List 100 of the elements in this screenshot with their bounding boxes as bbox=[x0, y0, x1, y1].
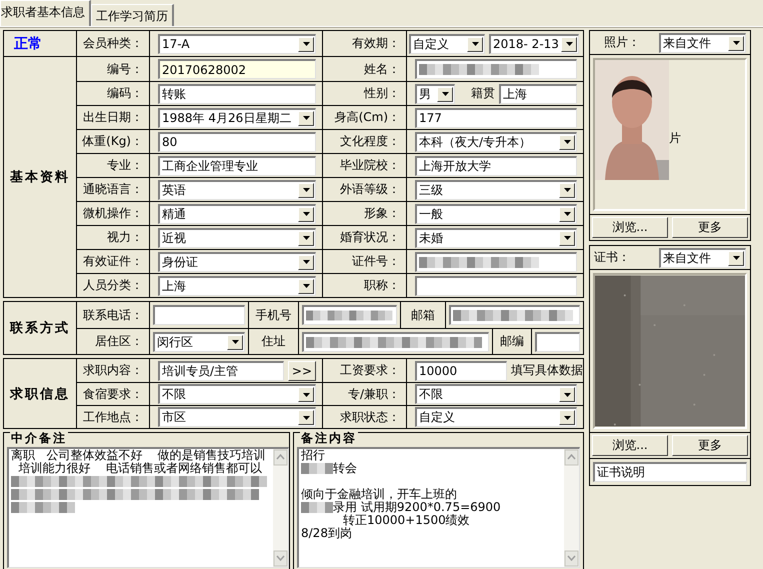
dropdown[interactable]: 英语 bbox=[158, 180, 316, 200]
dropdown[interactable]: 自定义 bbox=[415, 407, 577, 427]
text-field[interactable] bbox=[449, 305, 580, 325]
text-field[interactable] bbox=[153, 305, 245, 325]
scrollbar[interactable] bbox=[564, 449, 579, 567]
dropdown-button[interactable] bbox=[559, 206, 575, 222]
more-button[interactable]: >> bbox=[288, 360, 316, 380]
dropdown-button[interactable] bbox=[298, 278, 314, 294]
dropdown-button[interactable] bbox=[298, 110, 314, 126]
dropdown[interactable]: 近视 bbox=[158, 228, 316, 248]
memo-line: 招行 bbox=[301, 449, 325, 462]
text-field[interactable]: 177 bbox=[415, 108, 577, 128]
field-label: 有效证件： bbox=[83, 253, 143, 270]
field-label: 人员分类： bbox=[83, 277, 143, 294]
dropdown-button[interactable] bbox=[298, 182, 314, 198]
dropdown[interactable]: 一般 bbox=[415, 204, 577, 224]
text-field[interactable]: 10000 bbox=[415, 360, 507, 380]
caret-icon bbox=[302, 116, 310, 120]
dropdown[interactable]: 未婚 bbox=[415, 228, 577, 248]
caret-icon bbox=[732, 41, 740, 45]
field-label: 居住区： bbox=[95, 333, 143, 350]
text-field[interactable]: 20170628002 bbox=[158, 59, 316, 79]
dropdown-button[interactable] bbox=[437, 86, 453, 102]
dropdown[interactable]: 不限 bbox=[415, 384, 577, 404]
text-field[interactable]: 上海 bbox=[499, 84, 577, 104]
field-label: 视力： bbox=[107, 229, 143, 246]
dropdown-button[interactable] bbox=[559, 230, 575, 246]
text-field[interactable] bbox=[302, 332, 489, 352]
dropdown[interactable]: 本科（夜大/专升本） bbox=[415, 132, 577, 152]
field-label: 会员种类： bbox=[83, 35, 143, 52]
dropdown-button[interactable] bbox=[559, 387, 575, 402]
caret-icon bbox=[564, 236, 570, 240]
memo-line: 转会 bbox=[333, 462, 357, 475]
dropdown-button[interactable] bbox=[561, 36, 577, 52]
dropdown-button[interactable] bbox=[728, 250, 744, 266]
text-field[interactable]: 培训专员/主管 bbox=[158, 360, 284, 380]
memo-field[interactable]: 离职 公司整体效益不好 做的是销售技巧培训 培训能力很好 电话销售或者网络销售都可以 bbox=[7, 447, 289, 568]
dropdown[interactable]: 身份证 bbox=[158, 252, 316, 272]
action-button[interactable]: 浏览... bbox=[592, 217, 668, 238]
scrollbar[interactable] bbox=[273, 449, 288, 567]
dropdown[interactable]: 三级 bbox=[415, 180, 577, 200]
dropdown-button[interactable] bbox=[559, 410, 575, 425]
dropdown[interactable]: 男 bbox=[415, 84, 455, 104]
text-field[interactable]: 上海开放大学 bbox=[415, 156, 577, 176]
field-label: 体重(Kg)： bbox=[82, 133, 143, 150]
text-field[interactable] bbox=[415, 276, 577, 296]
text-field[interactable]: 工商企业管理专业 bbox=[158, 156, 316, 176]
dropdown-button[interactable] bbox=[728, 36, 744, 50]
dropdown-button[interactable] bbox=[467, 36, 483, 52]
caret-icon bbox=[302, 416, 310, 420]
dropdown[interactable]: 来自文件 bbox=[659, 32, 746, 52]
text-field[interactable] bbox=[302, 305, 397, 325]
dropdown[interactable]: 闵行区 bbox=[153, 332, 245, 352]
action-button[interactable]: 更多 bbox=[672, 435, 748, 456]
field-label: 食宿要求： bbox=[83, 386, 143, 402]
dropdown[interactable]: 市区 bbox=[158, 407, 316, 427]
dropdown-button[interactable] bbox=[298, 36, 314, 52]
dropdown[interactable]: 不限 bbox=[158, 384, 316, 404]
dropdown[interactable]: 17-A bbox=[158, 34, 316, 54]
dropdown[interactable]: 上海 bbox=[158, 276, 316, 296]
text-field[interactable]: 证书说明 bbox=[593, 462, 747, 482]
field-label: 毕业院校： bbox=[340, 157, 400, 174]
text-field[interactable]: 转账 bbox=[158, 84, 316, 104]
status-text: 正常 bbox=[14, 34, 42, 52]
caret-icon bbox=[564, 392, 570, 396]
dropdown-button[interactable] bbox=[298, 230, 314, 246]
dropdown-button[interactable] bbox=[298, 206, 314, 222]
dropdown[interactable]: 来自文件 bbox=[659, 248, 746, 268]
tab[interactable]: 工作学习简历 bbox=[91, 4, 174, 26]
dropdown-button[interactable] bbox=[298, 254, 314, 270]
memo-line: 8/28到岗 bbox=[301, 527, 352, 540]
dropdown-button[interactable] bbox=[559, 182, 575, 198]
dropdown-button[interactable] bbox=[559, 134, 575, 150]
dropdown[interactable]: 2018- 2-13 bbox=[489, 34, 579, 54]
memo-line: 离职 公司整体效益不好 做的是销售技巧培训 bbox=[11, 449, 266, 462]
text-field[interactable] bbox=[415, 59, 577, 79]
field-label: 住址 bbox=[262, 333, 286, 350]
action-button[interactable]: 更多 bbox=[672, 217, 748, 238]
panel-label: 照片： bbox=[603, 34, 640, 51]
dropdown[interactable]: 自定义 bbox=[409, 34, 485, 54]
memo-line: 录用 试用期9200*0.75=6900 bbox=[333, 501, 501, 514]
photo-caption: 片 bbox=[669, 130, 681, 147]
dropdown-button[interactable] bbox=[298, 410, 314, 425]
text-field[interactable]: 80 bbox=[158, 132, 316, 152]
field-label: 籍贯 bbox=[471, 85, 495, 102]
dropdown-button[interactable] bbox=[227, 334, 243, 350]
text-field[interactable] bbox=[535, 332, 580, 352]
dropdown-button[interactable] bbox=[298, 387, 314, 402]
text-field[interactable] bbox=[415, 252, 577, 272]
action-button[interactable]: 浏览... bbox=[592, 435, 668, 456]
caret-icon bbox=[472, 42, 478, 46]
dropdown[interactable]: 精通 bbox=[158, 204, 316, 224]
caret-icon bbox=[564, 188, 570, 192]
group-title: 中介备注 bbox=[10, 430, 68, 447]
field-label: 邮编 bbox=[500, 333, 524, 350]
dropdown[interactable]: 1988年 4月26日星期二 bbox=[158, 108, 316, 128]
memo-field[interactable]: 招行 转会 倾向于金融培训，开车上班的 录用 试用期9200*0.75=6900 转正10000+1500绩效 8/28到岗 bbox=[297, 447, 580, 568]
tab[interactable]: 求职者基本信息 bbox=[0, 0, 91, 26]
caret-icon bbox=[302, 42, 310, 46]
field-label: 性别： bbox=[364, 85, 400, 102]
